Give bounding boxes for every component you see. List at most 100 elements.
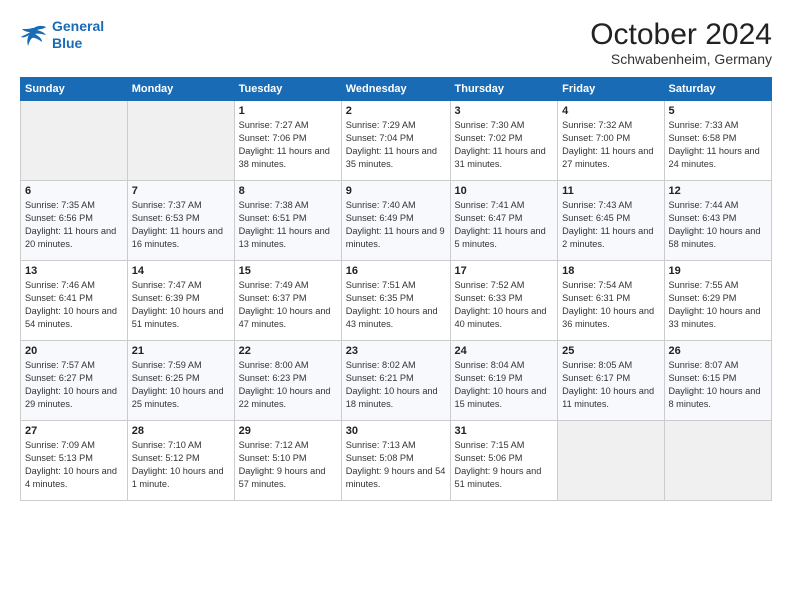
day-number: 29 <box>239 425 337 437</box>
calendar-cell: 4 Sunrise: 7:32 AM Sunset: 7:00 PM Daylig… <box>558 101 664 181</box>
day-number: 21 <box>132 345 230 357</box>
day-number: 18 <box>562 265 659 277</box>
calendar-cell <box>127 101 234 181</box>
day-info: Sunrise: 8:07 AM Sunset: 6:15 PM Dayligh… <box>669 359 768 411</box>
day-number: 6 <box>25 185 123 197</box>
calendar-week-row: 27 Sunrise: 7:09 AM Sunset: 5:13 PM Dayli… <box>21 421 772 501</box>
calendar-cell: 20 Sunrise: 7:57 AM Sunset: 6:27 PM Dayli… <box>21 341 128 421</box>
calendar-cell <box>558 421 664 501</box>
day-number: 17 <box>455 265 554 277</box>
calendar-cell: 31 Sunrise: 7:15 AM Sunset: 5:06 PM Dayli… <box>450 421 558 501</box>
day-number: 28 <box>132 425 230 437</box>
day-info: Sunrise: 7:57 AM Sunset: 6:27 PM Dayligh… <box>25 359 123 411</box>
calendar-cell: 2 Sunrise: 7:29 AM Sunset: 7:04 PM Daylig… <box>341 101 450 181</box>
calendar-cell: 1 Sunrise: 7:27 AM Sunset: 7:06 PM Daylig… <box>234 101 341 181</box>
day-info: Sunrise: 7:52 AM Sunset: 6:33 PM Dayligh… <box>455 279 554 331</box>
calendar-week-row: 1 Sunrise: 7:27 AM Sunset: 7:06 PM Daylig… <box>21 101 772 181</box>
weekday-header-monday: Monday <box>127 78 234 101</box>
calendar-cell: 23 Sunrise: 8:02 AM Sunset: 6:21 PM Dayli… <box>341 341 450 421</box>
day-number: 27 <box>25 425 123 437</box>
day-info: Sunrise: 7:46 AM Sunset: 6:41 PM Dayligh… <box>25 279 123 331</box>
day-number: 16 <box>346 265 446 277</box>
day-number: 9 <box>346 185 446 197</box>
day-info: Sunrise: 8:00 AM Sunset: 6:23 PM Dayligh… <box>239 359 337 411</box>
calendar-cell: 22 Sunrise: 8:00 AM Sunset: 6:23 PM Dayli… <box>234 341 341 421</box>
day-number: 8 <box>239 185 337 197</box>
weekday-header-tuesday: Tuesday <box>234 78 341 101</box>
day-number: 19 <box>669 265 768 277</box>
location-title: Schwabenheim, Germany <box>590 51 772 67</box>
day-info: Sunrise: 7:51 AM Sunset: 6:35 PM Dayligh… <box>346 279 446 331</box>
day-info: Sunrise: 7:29 AM Sunset: 7:04 PM Dayligh… <box>346 119 446 171</box>
calendar-cell: 5 Sunrise: 7:33 AM Sunset: 6:58 PM Daylig… <box>664 101 772 181</box>
calendar-cell: 19 Sunrise: 7:55 AM Sunset: 6:29 PM Dayli… <box>664 261 772 341</box>
day-info: Sunrise: 7:35 AM Sunset: 6:56 PM Dayligh… <box>25 199 123 251</box>
day-number: 23 <box>346 345 446 357</box>
day-info: Sunrise: 7:30 AM Sunset: 7:02 PM Dayligh… <box>455 119 554 171</box>
day-number: 1 <box>239 105 337 117</box>
day-info: Sunrise: 7:47 AM Sunset: 6:39 PM Dayligh… <box>132 279 230 331</box>
day-number: 13 <box>25 265 123 277</box>
calendar-cell: 11 Sunrise: 7:43 AM Sunset: 6:45 PM Dayli… <box>558 181 664 261</box>
title-block: October 2024 Schwabenheim, Germany <box>590 18 772 67</box>
weekday-header-saturday: Saturday <box>664 78 772 101</box>
calendar-cell: 30Sunrise: 7:13 AM Sunset: 5:08 PM Dayli… <box>341 421 450 501</box>
day-number: 22 <box>239 345 337 357</box>
calendar-cell <box>21 101 128 181</box>
day-info: Sunrise: 7:09 AM Sunset: 5:13 PM Dayligh… <box>25 439 123 491</box>
calendar-week-row: 6 Sunrise: 7:35 AM Sunset: 6:56 PM Daylig… <box>21 181 772 261</box>
day-number: 24 <box>455 345 554 357</box>
calendar-cell: 12 Sunrise: 7:44 AM Sunset: 6:43 PM Dayli… <box>664 181 772 261</box>
calendar-cell: 14 Sunrise: 7:47 AM Sunset: 6:39 PM Dayli… <box>127 261 234 341</box>
day-number: 31 <box>455 425 554 437</box>
weekday-header-friday: Friday <box>558 78 664 101</box>
calendar-cell: 28Sunrise: 7:10 AM Sunset: 5:12 PM Dayli… <box>127 421 234 501</box>
day-info: Sunrise: 7:33 AM Sunset: 6:58 PM Dayligh… <box>669 119 768 171</box>
day-number: 25 <box>562 345 659 357</box>
calendar-cell: 17 Sunrise: 7:52 AM Sunset: 6:33 PM Dayli… <box>450 261 558 341</box>
month-title: October 2024 <box>590 18 772 51</box>
day-number: 2 <box>346 105 446 117</box>
day-info: Sunrise: 7:59 AM Sunset: 6:25 PM Dayligh… <box>132 359 230 411</box>
day-number: 3 <box>455 105 554 117</box>
calendar-cell: 21 Sunrise: 7:59 AM Sunset: 6:25 PM Dayli… <box>127 341 234 421</box>
day-number: 14 <box>132 265 230 277</box>
calendar-cell <box>664 421 772 501</box>
day-number: 12 <box>669 185 768 197</box>
calendar-cell: 24Sunrise: 8:04 AM Sunset: 6:19 PM Dayli… <box>450 341 558 421</box>
day-number: 7 <box>132 185 230 197</box>
calendar-table: SundayMondayTuesdayWednesdayThursdayFrid… <box>20 77 772 501</box>
day-number: 20 <box>25 345 123 357</box>
day-info: Sunrise: 7:49 AM Sunset: 6:37 PM Dayligh… <box>239 279 337 331</box>
header: General Blue October 2024 Schwabenheim, … <box>20 18 772 67</box>
day-info: Sunrise: 7:44 AM Sunset: 6:43 PM Dayligh… <box>669 199 768 251</box>
day-number: 4 <box>562 105 659 117</box>
day-info: Sunrise: 7:27 AM Sunset: 7:06 PM Dayligh… <box>239 119 337 171</box>
day-number: 11 <box>562 185 659 197</box>
day-number: 5 <box>669 105 768 117</box>
day-info: Sunrise: 7:12 AM Sunset: 5:10 PM Dayligh… <box>239 439 337 491</box>
day-number: 15 <box>239 265 337 277</box>
day-info: Sunrise: 7:15 AM Sunset: 5:06 PM Dayligh… <box>455 439 554 491</box>
calendar-cell: 15 Sunrise: 7:49 AM Sunset: 6:37 PM Dayli… <box>234 261 341 341</box>
page: General Blue October 2024 Schwabenheim, … <box>0 0 792 612</box>
day-info: Sunrise: 7:13 AM Sunset: 5:08 PM Dayligh… <box>346 439 446 491</box>
day-info: Sunrise: 7:32 AM Sunset: 7:00 PM Dayligh… <box>562 119 659 171</box>
calendar-cell: 29 Sunrise: 7:12 AM Sunset: 5:10 PM Dayli… <box>234 421 341 501</box>
day-info: Sunrise: 8:05 AM Sunset: 6:17 PM Dayligh… <box>562 359 659 411</box>
day-info: Sunrise: 7:55 AM Sunset: 6:29 PM Dayligh… <box>669 279 768 331</box>
day-number: 26 <box>669 345 768 357</box>
calendar-cell: 18 Sunrise: 7:54 AM Sunset: 6:31 PM Dayli… <box>558 261 664 341</box>
day-info: Sunrise: 7:41 AM Sunset: 6:47 PM Dayligh… <box>455 199 554 251</box>
calendar-cell: 8 Sunrise: 7:38 AM Sunset: 6:51 PM Daylig… <box>234 181 341 261</box>
day-info: Sunrise: 7:38 AM Sunset: 6:51 PM Dayligh… <box>239 199 337 251</box>
day-info: Sunrise: 7:40 AM Sunset: 6:49 PM Dayligh… <box>346 199 446 251</box>
calendar-cell: 10Sunrise: 7:41 AM Sunset: 6:47 PM Dayli… <box>450 181 558 261</box>
calendar-cell: 3 Sunrise: 7:30 AM Sunset: 7:02 PM Daylig… <box>450 101 558 181</box>
logo-text: General Blue <box>52 18 104 52</box>
calendar-cell: 6 Sunrise: 7:35 AM Sunset: 6:56 PM Daylig… <box>21 181 128 261</box>
day-info: Sunrise: 7:54 AM Sunset: 6:31 PM Dayligh… <box>562 279 659 331</box>
calendar-cell: 9 Sunrise: 7:40 AM Sunset: 6:49 PM Daylig… <box>341 181 450 261</box>
day-info: Sunrise: 8:02 AM Sunset: 6:21 PM Dayligh… <box>346 359 446 411</box>
day-info: Sunrise: 7:43 AM Sunset: 6:45 PM Dayligh… <box>562 199 659 251</box>
